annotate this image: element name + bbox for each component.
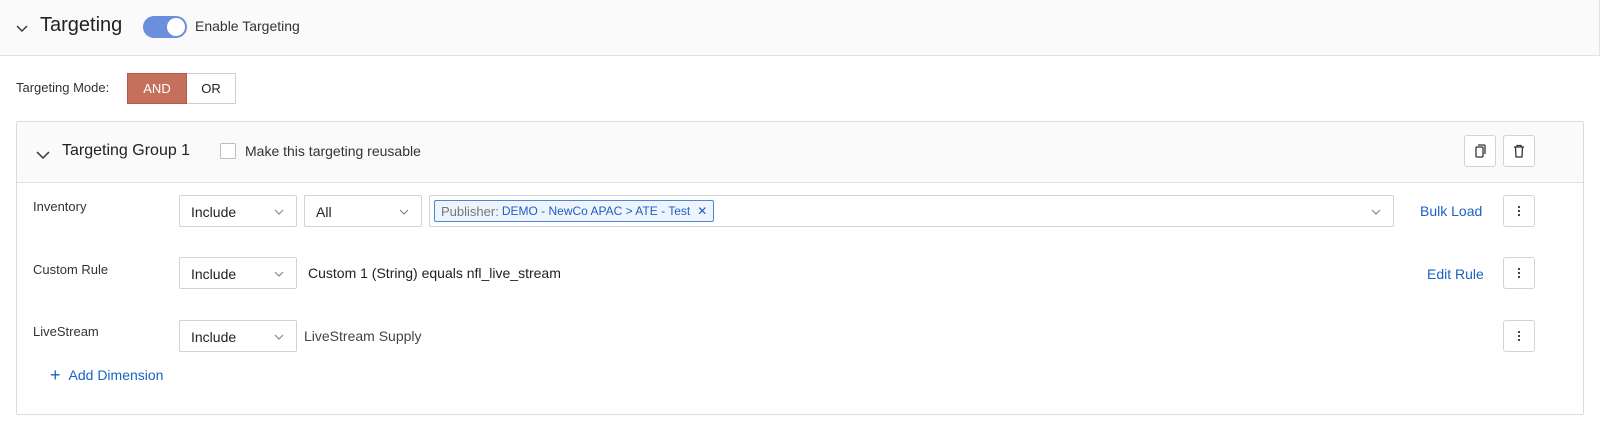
livestream-include-select[interactable]: Include xyxy=(179,320,297,352)
more-vertical-icon xyxy=(1517,267,1521,279)
collapse-chevron-icon[interactable] xyxy=(14,20,30,36)
targeting-header: Targeting Enable Targeting xyxy=(0,0,1600,56)
edit-rule-link[interactable]: Edit Rule xyxy=(1427,266,1484,282)
delete-group-button[interactable] xyxy=(1503,135,1535,167)
targeting-group: Targeting Group 1 Make this targeting re… xyxy=(16,121,1584,415)
select-value: Include xyxy=(191,204,237,220)
custom-rule-text: Custom 1 (String) equals nfl_live_stream xyxy=(308,265,561,281)
inventory-value-input[interactable]: Publisher: DEMO - NewCo APAC > ATE - Tes… xyxy=(429,195,1394,227)
enable-targeting-label: Enable Targeting xyxy=(195,18,300,34)
targeting-mode-label: Targeting Mode: xyxy=(16,80,110,95)
custom-rule-include-select[interactable]: Include xyxy=(179,257,297,289)
bulk-load-link[interactable]: Bulk Load xyxy=(1420,203,1482,219)
copy-icon xyxy=(1475,144,1486,158)
chevron-down-icon xyxy=(274,271,284,277)
reusable-label: Make this targeting reusable xyxy=(245,143,421,159)
add-dimension-button[interactable]: + Add Dimension xyxy=(50,365,164,385)
select-value: Include xyxy=(191,329,237,345)
trash-icon xyxy=(1514,144,1524,158)
chevron-down-icon xyxy=(399,209,409,215)
chip-value: DEMO - NewCo APAC > ATE - Test xyxy=(501,204,691,218)
targeting-group-header: Targeting Group 1 Make this targeting re… xyxy=(17,122,1583,183)
reusable-checkbox[interactable] xyxy=(220,143,236,159)
mode-and-button[interactable]: AND xyxy=(127,73,187,104)
chevron-down-icon xyxy=(274,209,284,215)
group-title: Targeting Group 1 xyxy=(62,142,191,159)
add-dimension-label: Add Dimension xyxy=(68,367,164,383)
custom-rule-label: Custom Rule xyxy=(33,262,109,277)
inventory-scope-select[interactable]: All xyxy=(304,195,422,227)
livestream-label: LiveStream xyxy=(33,324,99,339)
select-value: All xyxy=(316,204,332,220)
custom-rule-more-button[interactable] xyxy=(1503,257,1535,289)
more-vertical-icon xyxy=(1517,330,1521,342)
plus-icon: + xyxy=(50,365,61,385)
section-title: Targeting xyxy=(40,14,123,36)
inventory-label: Inventory xyxy=(33,199,87,214)
close-icon[interactable]: ✕ xyxy=(697,204,707,218)
enable-targeting-toggle[interactable] xyxy=(143,16,187,38)
group-collapse-chevron-icon[interactable] xyxy=(35,147,51,163)
publisher-chip: Publisher: DEMO - NewCo APAC > ATE - Tes… xyxy=(434,200,715,222)
chevron-down-icon[interactable] xyxy=(1371,207,1381,217)
toggle-knob xyxy=(167,18,185,36)
select-value: Include xyxy=(191,266,237,282)
livestream-more-button[interactable] xyxy=(1503,320,1535,352)
chip-key: Publisher: xyxy=(441,203,499,219)
mode-or-button[interactable]: OR xyxy=(187,73,236,104)
inventory-include-select[interactable]: Include xyxy=(179,195,297,227)
chevron-down-icon xyxy=(274,334,284,340)
more-vertical-icon xyxy=(1517,205,1521,217)
livestream-supply-text: LiveStream Supply xyxy=(304,328,422,344)
inventory-more-button[interactable] xyxy=(1503,195,1535,227)
duplicate-group-button[interactable] xyxy=(1464,135,1496,167)
